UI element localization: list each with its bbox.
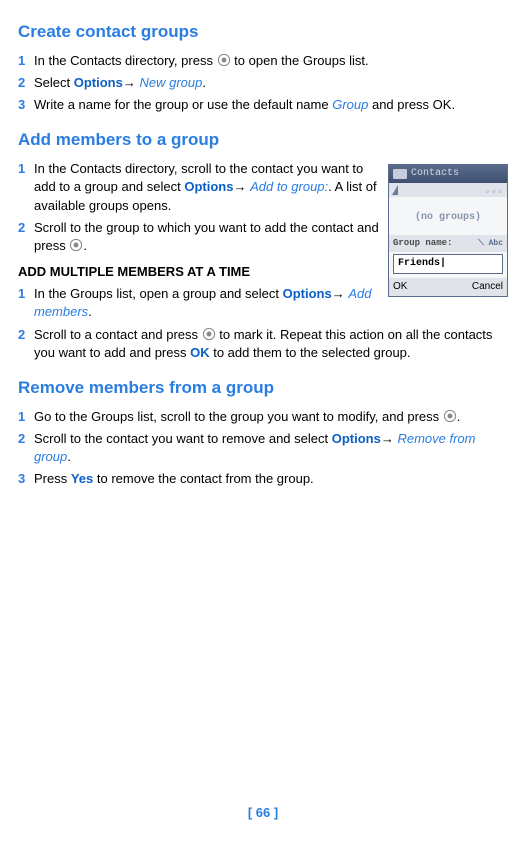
step-text: In the Groups list, open a group and sel… — [34, 285, 380, 321]
heading-create: Create contact groups — [18, 20, 508, 44]
page-number: [ 66 ] — [0, 804, 526, 822]
arrow-icon: → — [123, 75, 140, 90]
text-pre: Select — [34, 75, 74, 90]
text-post: . — [202, 75, 206, 90]
text-post: to remove the contact from the group. — [93, 471, 313, 486]
center-key-icon — [443, 409, 457, 423]
step-number: 3 — [18, 470, 34, 488]
signal-icon — [392, 185, 398, 195]
step-1-2: 2 Select Options→ New group. — [18, 74, 508, 92]
text-pre: In the Groups list, open a group and sel… — [34, 286, 283, 301]
substep-2: 2 Scroll to a contact and press to mark … — [18, 326, 508, 362]
step-text: In the Contacts directory, scroll to the… — [34, 160, 380, 215]
phone-screenshot: Contacts ▫▫▫ (no groups) Group name: ⟍ A… — [388, 164, 508, 297]
step-number: 2 — [18, 326, 34, 362]
center-key-icon — [202, 327, 216, 341]
text-post: . — [83, 238, 87, 253]
step-number: 2 — [18, 219, 34, 255]
step-number: 3 — [18, 96, 34, 114]
arrow-icon: → — [381, 431, 398, 446]
battery-icon: ▫▫▫ — [485, 186, 504, 199]
step-2-1: 1 In the Contacts directory, scroll to t… — [18, 160, 380, 215]
menu-item: Add to group: — [250, 179, 328, 194]
softkey-cancel: Cancel — [472, 280, 503, 294]
arrow-icon: → — [332, 286, 349, 301]
step-number: 1 — [18, 160, 34, 215]
options-keyword: Options — [184, 179, 233, 194]
text-pre: Scroll to a contact and press — [34, 327, 202, 342]
text-pre: Go to the Groups list, scroll to the gro… — [34, 409, 443, 424]
step-text: Scroll to a contact and press to mark it… — [34, 326, 508, 362]
text-pre: In the Contacts directory, press — [34, 53, 217, 68]
phone-titlebar: Contacts — [389, 165, 507, 183]
step-1-1: 1 In the Contacts directory, press to op… — [18, 52, 508, 70]
text-pre: Write a name for the group or use the de… — [34, 97, 332, 112]
step-text: Select Options→ New group. — [34, 74, 508, 92]
substep-1: 1 In the Groups list, open a group and s… — [18, 285, 380, 321]
softkey-ok: OK — [393, 280, 407, 294]
menu-item: New group — [139, 75, 202, 90]
phone-statusbar: ▫▫▫ — [389, 183, 507, 197]
text-post: to open the Groups list. — [231, 53, 369, 68]
step-3-1: 1 Go to the Groups list, scroll to the g… — [18, 408, 508, 426]
text-post: . — [457, 409, 461, 424]
text-post: . — [67, 449, 71, 464]
step-3-2: 2 Scroll to the contact you want to remo… — [18, 430, 508, 466]
step-number: 2 — [18, 430, 34, 466]
step-text: Press Yes to remove the contact from the… — [34, 470, 508, 488]
phone-softkeys: OK Cancel — [389, 278, 507, 296]
text-post: and press OK. — [368, 97, 455, 112]
step-number: 2 — [18, 74, 34, 92]
center-key-icon — [217, 53, 231, 67]
step-text: Write a name for the group or use the de… — [34, 96, 508, 114]
group-name-label: Group name: — [393, 237, 452, 250]
step-text: Scroll to the group to which you want to… — [34, 219, 380, 255]
ok-keyword: OK — [190, 345, 210, 360]
step-2-2: 2 Scroll to the group to which you want … — [18, 219, 380, 255]
phone-field-label: Group name: ⟍ Abc — [389, 235, 507, 252]
arrow-icon: → — [233, 179, 250, 194]
text-post: to add them to the selected group. — [210, 345, 411, 360]
yes-keyword: Yes — [71, 471, 93, 486]
options-keyword: Options — [74, 75, 123, 90]
step-number: 1 — [18, 52, 34, 70]
phone-input-field: Friends| — [393, 254, 503, 274]
text-pre: Press — [34, 471, 71, 486]
text-post: . — [88, 304, 92, 319]
section-remove-members: Remove members from a group 1 Go to the … — [18, 376, 508, 489]
step-text: Go to the Groups list, scroll to the gro… — [34, 408, 508, 426]
step-3-3: 3 Press Yes to remove the contact from t… — [18, 470, 508, 488]
center-key-icon — [69, 238, 83, 252]
section-create-contact-groups: Create contact groups 1 In the Contacts … — [18, 20, 508, 114]
step-text: Scroll to the contact you want to remove… — [34, 430, 508, 466]
phone-empty-text: (no groups) — [389, 197, 507, 235]
step-text: In the Contacts directory, press to open… — [34, 52, 508, 70]
text-pre: Scroll to the contact you want to remove… — [34, 431, 332, 446]
options-keyword: Options — [283, 286, 332, 301]
step-number: 1 — [18, 408, 34, 426]
heading-add: Add members to a group — [18, 128, 508, 152]
heading-remove: Remove members from a group — [18, 376, 508, 400]
default-name: Group — [332, 97, 368, 112]
section-add-members: Add members to a group Contacts ▫▫▫ (no … — [18, 128, 508, 362]
step-1-3: 3 Write a name for the group or use the … — [18, 96, 508, 114]
options-keyword: Options — [332, 431, 381, 446]
step-number: 1 — [18, 285, 34, 321]
contacts-card-icon — [393, 169, 407, 179]
input-mode-icon: ⟍ Abc — [478, 238, 503, 249]
phone-title: Contacts — [411, 167, 459, 181]
